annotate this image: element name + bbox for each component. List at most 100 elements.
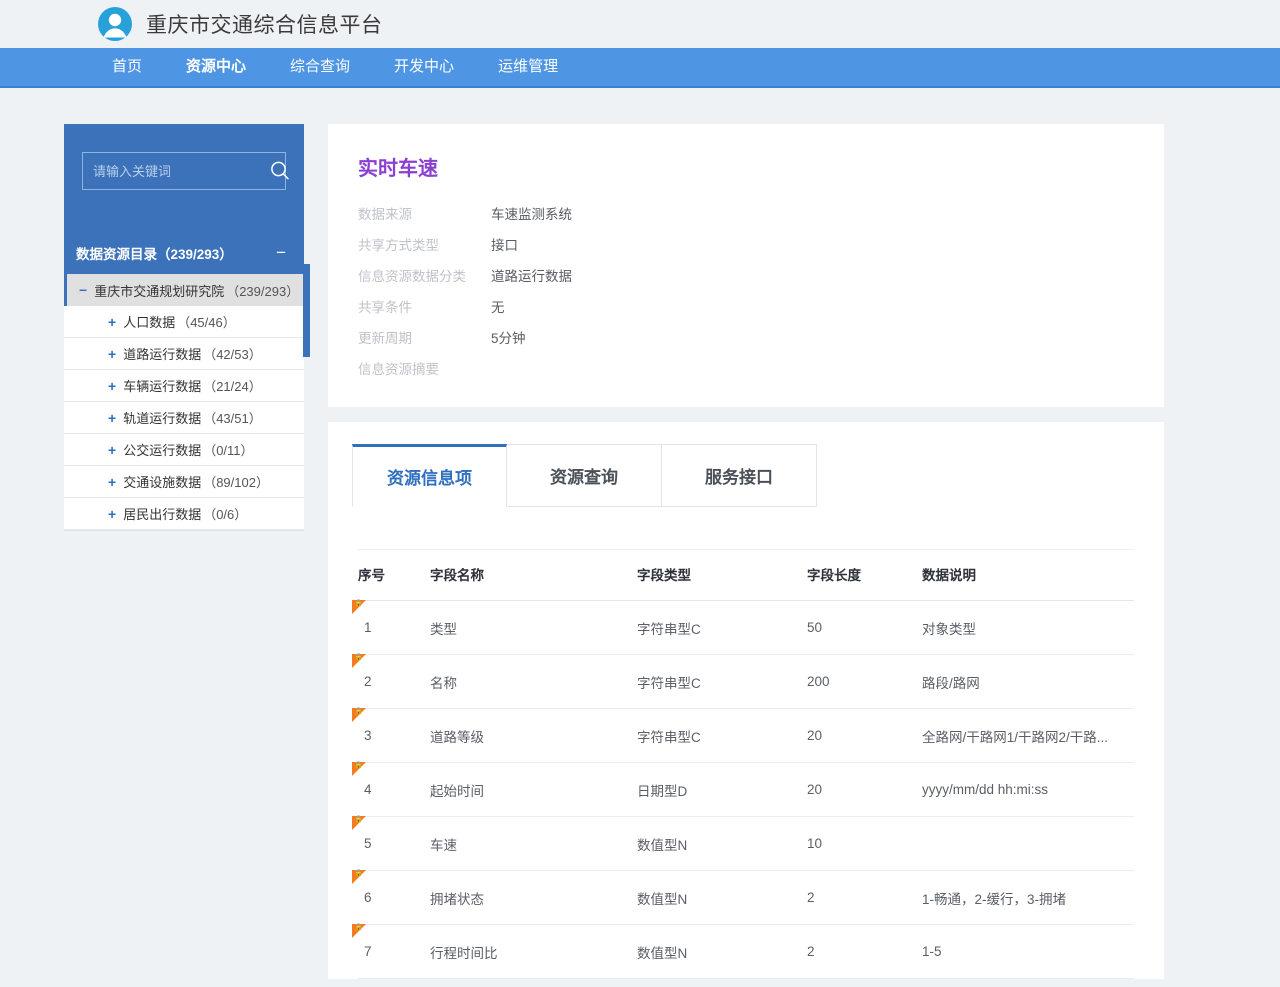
- lock-glyph-icon: 🔒: [354, 654, 363, 661]
- info-row-resource-summary: 信息资源摘要: [358, 352, 1134, 383]
- table-row[interactable]: 🔒 4 起始时间 日期型D 20 yyyy/mm/dd hh:mi:ss: [352, 762, 1134, 817]
- tree-toggle-expand-icon[interactable]: +: [108, 443, 116, 457]
- search-box[interactable]: [82, 152, 289, 190]
- tree-node-count: （89/102）: [203, 475, 269, 490]
- cell-index: 🔒 6: [352, 870, 430, 925]
- tab-service-interface[interactable]: 服务接口: [662, 444, 817, 507]
- tree-node-count: （45/46）: [177, 315, 236, 330]
- tree-node-count: （239/293）: [226, 283, 300, 299]
- tree-node-root[interactable]: − 重庆市交通规划研究院 （239/293）: [64, 274, 304, 306]
- cell-field-name: 车速: [430, 816, 637, 871]
- table-row[interactable]: 🔒 2 名称 字符串型C 200 路段/路网: [352, 654, 1134, 709]
- nav-item-development-center[interactable]: 开发中心: [372, 47, 476, 87]
- tree-scrollbar[interactable]: [303, 264, 310, 357]
- table-body: 🔒 1 类型 字符串型C 50 对象类型 🔒 2 名称 字符串型C 200 路段…: [352, 600, 1134, 979]
- tab-bar: 资源信息项 资源查询 服务接口: [328, 444, 1164, 507]
- tree-node-label: 重庆市交通规划研究院: [94, 283, 225, 299]
- tree-node-count: （0/11）: [203, 443, 254, 458]
- tree-node-traffic-facility-data[interactable]: + 交通设施数据 （89/102）: [64, 466, 304, 498]
- cell-field-length: 200: [807, 654, 922, 709]
- cell-description: 1-5: [922, 924, 1134, 979]
- tree-toggle-expand-icon[interactable]: +: [108, 411, 116, 425]
- nav-item-operations-management[interactable]: 运维管理: [476, 47, 580, 87]
- cell-description-text: 路段/路网: [922, 675, 980, 691]
- nav-item-home[interactable]: 首页: [90, 47, 164, 87]
- info-value: 无: [491, 299, 505, 315]
- lock-glyph-icon: 🔒: [354, 924, 363, 931]
- table-row[interactable]: 🔒 3 道路等级 字符串型C 20 全路网/干路网1/干路网2/干路...: [352, 708, 1134, 763]
- cell-field-length: 20: [807, 762, 922, 817]
- cell-field-type: 字符串型C: [637, 708, 807, 763]
- column-header-index: 序号: [358, 549, 430, 601]
- column-header-description: 数据说明: [922, 549, 1134, 601]
- tab-resource-query[interactable]: 资源查询: [507, 444, 662, 507]
- cell-index-value: 7: [364, 944, 372, 959]
- sidebar: 数据资源目录（239/293） − − 重庆市交通规划研究院 （239/293）…: [64, 124, 310, 979]
- main-content: 实时车速 数据来源 车速监测系统 共享方式类型 接口 信息资源数据分类 道路运行…: [328, 124, 1164, 979]
- tree-node-rail-operation-data[interactable]: + 轨道运行数据 （43/51）: [64, 402, 304, 434]
- search-icon[interactable]: [269, 160, 291, 182]
- nav-item-comprehensive-query[interactable]: 综合查询: [268, 47, 372, 87]
- tree-node-count: （21/24）: [203, 379, 262, 394]
- cell-description: 1-畅通，2-缓行，3-拥堵: [922, 870, 1134, 925]
- cell-description-text: 1-畅通，2-缓行，3-拥堵: [922, 891, 1067, 907]
- cell-field-type: 数值型N: [637, 816, 807, 871]
- cell-field-name: 类型: [430, 600, 637, 655]
- table-row[interactable]: 🔒 6 拥堵状态 数值型N 2 1-畅通，2-缓行，3-拥堵: [352, 870, 1134, 925]
- table-row[interactable]: 🔒 1 类型 字符串型C 50 对象类型: [352, 600, 1134, 655]
- tree-node-count: （42/53）: [203, 347, 262, 362]
- tree-node-resident-travel-data[interactable]: + 居民出行数据 （0/6）: [64, 498, 304, 530]
- tree-toggle-expand-icon[interactable]: +: [108, 475, 116, 489]
- info-value: 接口: [491, 237, 518, 253]
- cell-description: 全路网/干路网1/干路网2/干路...: [922, 708, 1134, 763]
- tree-toggle-collapse-icon[interactable]: −: [79, 283, 87, 297]
- cell-field-type: 数值型N: [637, 870, 807, 925]
- cell-field-name: 起始时间: [430, 762, 637, 817]
- cell-field-name: 道路等级: [430, 708, 637, 763]
- cell-index-value: 3: [364, 728, 372, 743]
- tree-toggle-expand-icon[interactable]: +: [108, 315, 116, 329]
- cell-index: 🔒 3: [352, 708, 430, 763]
- table-header-row: 序号 字段名称 字段类型 字段长度 数据说明: [358, 549, 1134, 601]
- cell-description: [922, 816, 1134, 871]
- cell-field-length: 20: [807, 708, 922, 763]
- catalog-collapse-icon[interactable]: −: [276, 244, 286, 261]
- catalog-header: 数据资源目录（239/293） −: [64, 232, 304, 274]
- lock-glyph-icon: 🔒: [354, 870, 363, 877]
- tree-node-population-data[interactable]: + 人口数据 （45/46）: [64, 306, 304, 338]
- cell-field-type: 字符串型C: [637, 654, 807, 709]
- column-header-field-length: 字段长度: [807, 549, 922, 601]
- tree-toggle-expand-icon[interactable]: +: [108, 347, 116, 361]
- table-row[interactable]: 🔒 5 车速 数值型N 10: [352, 816, 1134, 871]
- tree-node-label: 道路运行数据: [123, 347, 202, 362]
- main-nav: 首页 资源中心 综合查询 开发中心 运维管理: [0, 48, 1280, 88]
- info-row-share-condition: 共享条件 无: [358, 290, 1134, 321]
- sidebar-header: 数据资源目录（239/293） −: [64, 124, 304, 274]
- nav-item-resource-center[interactable]: 资源中心: [164, 47, 268, 87]
- tab-panel: 资源信息项 资源查询 服务接口 序号 字段名称 字段类型 字段长度 数据说明 🔒…: [328, 422, 1164, 979]
- info-row-share-type: 共享方式类型 接口: [358, 228, 1134, 259]
- cell-index: 🔒 7: [352, 924, 430, 979]
- column-header-field-name: 字段名称: [430, 549, 637, 601]
- info-value: 5分钟: [491, 330, 526, 346]
- resource-info-panel: 实时车速 数据来源 车速监测系统 共享方式类型 接口 信息资源数据分类 道路运行…: [328, 124, 1164, 407]
- field-table: 序号 字段名称 字段类型 字段长度 数据说明 🔒 1 类型 字符串型C 50 对…: [352, 549, 1134, 979]
- search-input[interactable]: [93, 163, 269, 179]
- tree-node-vehicle-operation-data[interactable]: + 车辆运行数据 （21/24）: [64, 370, 304, 402]
- tree-toggle-expand-icon[interactable]: +: [108, 379, 116, 393]
- tree-node-count: （0/6）: [203, 507, 248, 522]
- tree-node-road-operation-data[interactable]: + 道路运行数据 （42/53）: [64, 338, 304, 370]
- info-row-update-cycle: 更新周期 5分钟: [358, 321, 1134, 352]
- cell-description-text: yyyy/mm/dd hh:mi:ss: [922, 782, 1049, 797]
- cell-index: 🔒 2: [352, 654, 430, 709]
- tree-node-bus-operation-data[interactable]: + 公交运行数据 （0/11）: [64, 434, 304, 466]
- cell-field-length: 50: [807, 600, 922, 655]
- cell-index-value: 1: [364, 620, 372, 635]
- cell-index: 🔒 1: [352, 600, 430, 655]
- tree-node-label: 公交运行数据: [123, 443, 202, 458]
- app-header: 重庆市交通综合信息平台: [0, 0, 1280, 48]
- tree-toggle-expand-icon[interactable]: +: [108, 507, 116, 521]
- table-row[interactable]: 🔒 7 行程时间比 数值型N 2 1-5: [352, 924, 1134, 979]
- tab-resource-info-items[interactable]: 资源信息项: [352, 444, 507, 507]
- lock-glyph-icon: 🔒: [354, 816, 363, 823]
